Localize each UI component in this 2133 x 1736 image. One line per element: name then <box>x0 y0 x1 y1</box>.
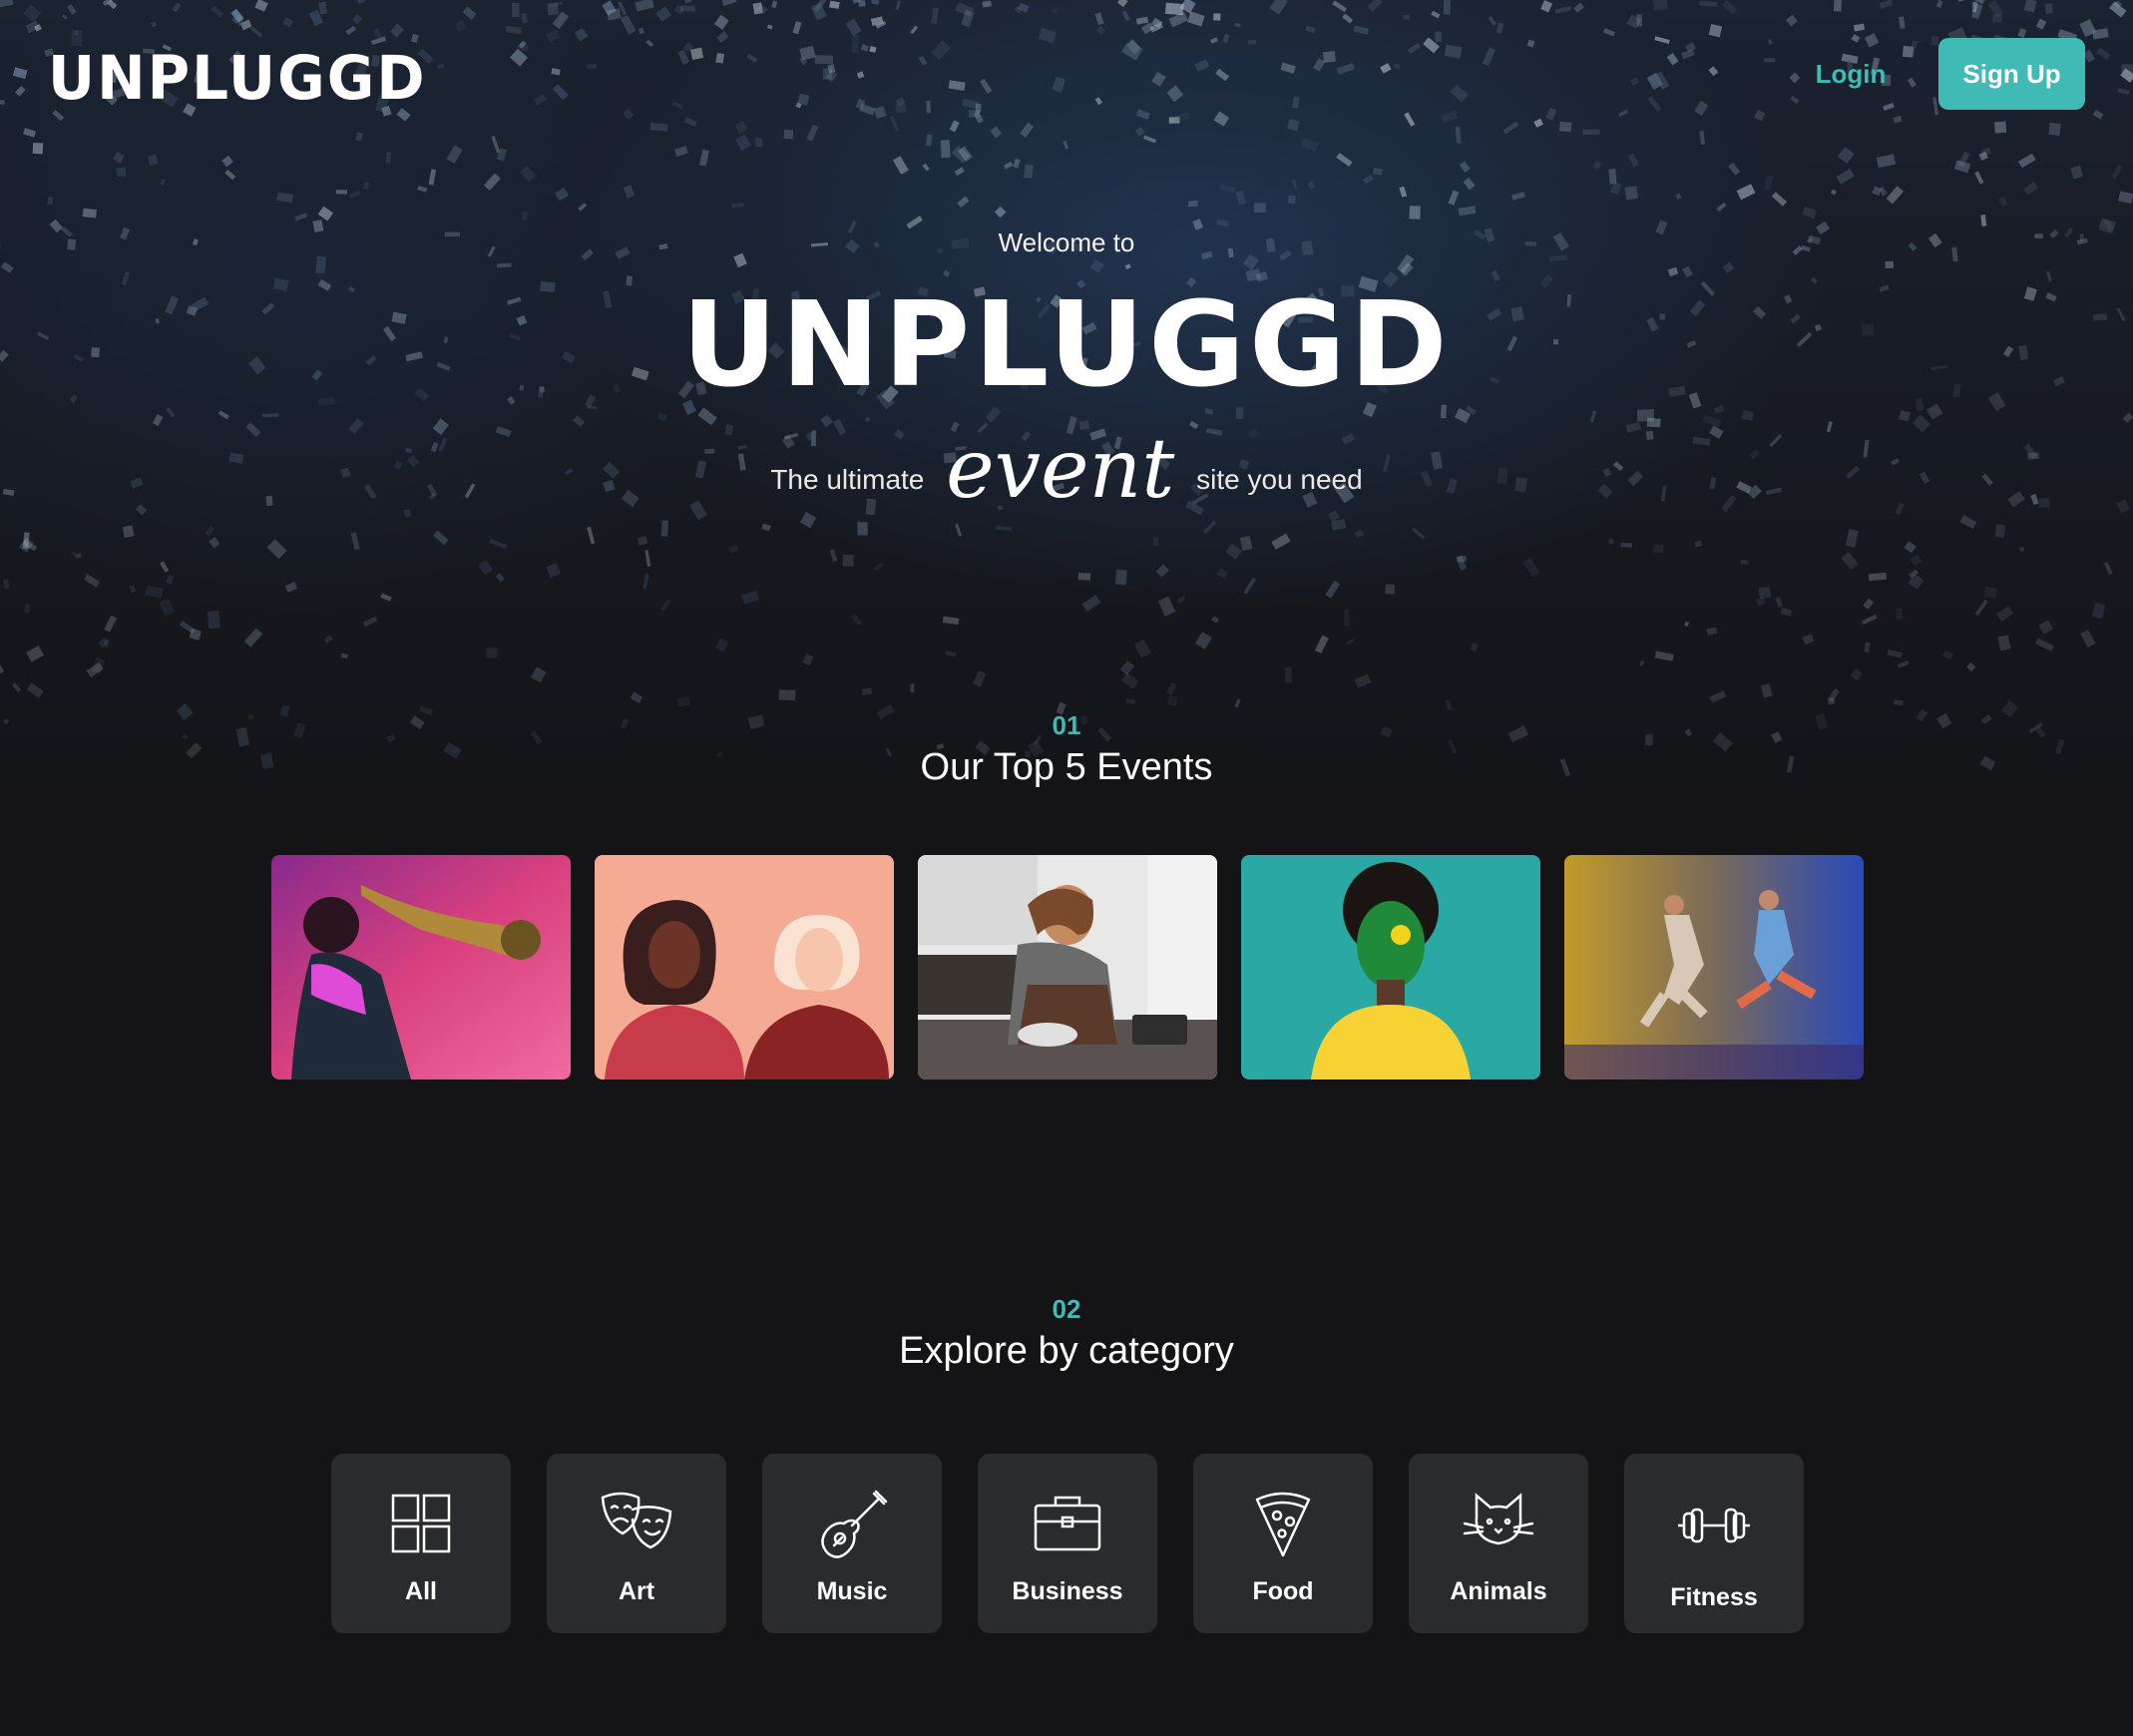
site-logo[interactable]: UNPLUGGD <box>48 42 427 113</box>
event-image-face-paint <box>1241 855 1540 1080</box>
category-label: Art <box>618 1577 655 1605</box>
event-card-saxophone[interactable] <box>271 855 571 1080</box>
tagline-after: site you need <box>1196 464 1363 495</box>
section-number-top-events: 01 <box>1052 710 1081 740</box>
login-link[interactable]: Login <box>1806 54 1896 94</box>
category-label: All <box>405 1577 437 1605</box>
category-label: Animals <box>1450 1577 1547 1605</box>
category-fitness[interactable]: Fitness <box>1624 1454 1804 1633</box>
signup-button[interactable]: Sign Up <box>1938 38 2085 110</box>
event-image-dancers <box>1564 855 1864 1080</box>
category-animals[interactable]: Animals <box>1409 1454 1588 1633</box>
category-music[interactable]: Music <box>762 1454 942 1633</box>
welcome-text: Welcome to <box>998 227 1135 257</box>
hero-section: UNPLUGGD Login Sign Up Welcome to UNPLUG… <box>0 0 2133 818</box>
category-label: Music <box>816 1577 888 1605</box>
dumbbell-icon <box>1678 1508 1750 1543</box>
section-number-categories: 02 <box>1052 1294 1081 1324</box>
section-title-categories: Explore by category <box>899 1330 1234 1372</box>
tagline-before: The ultimate <box>770 464 925 495</box>
category-art[interactable]: Art <box>547 1454 726 1633</box>
category-label: Business <box>1012 1577 1123 1605</box>
event-card-women-illustration[interactable] <box>595 855 894 1080</box>
category-label: Fitness <box>1670 1583 1758 1611</box>
category-food[interactable]: Food <box>1193 1454 1373 1633</box>
cat-icon <box>1463 1493 1534 1545</box>
event-card-face-paint[interactable] <box>1241 855 1540 1080</box>
guitar-icon <box>821 1490 888 1558</box>
pizza-icon <box>1255 1492 1311 1557</box>
category-label: Food <box>1252 1577 1314 1605</box>
event-card-dancers[interactable] <box>1564 855 1864 1080</box>
hero-title: UNPLUGGD <box>681 275 1452 413</box>
section-title-top-events: Our Top 5 Events <box>920 746 1213 788</box>
event-image-baking <box>918 855 1217 1080</box>
category-business[interactable]: Business <box>978 1454 1157 1633</box>
category-all[interactable]: All <box>331 1454 511 1633</box>
event-image-saxophone <box>271 855 571 1080</box>
grid-icon <box>391 1494 451 1553</box>
event-image-women-illustration <box>595 855 894 1080</box>
hero-tagline: The ultimate event site you need <box>0 414 2133 517</box>
briefcase-icon <box>1034 1496 1101 1551</box>
event-card-baking[interactable] <box>918 855 1217 1080</box>
theater-masks-icon <box>601 1492 672 1549</box>
tagline-script-word: event <box>946 422 1175 517</box>
